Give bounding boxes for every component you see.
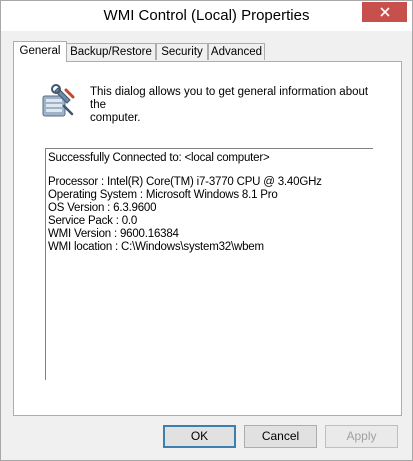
ok-button[interactable]: OK xyxy=(163,425,236,448)
intro-line: computer. xyxy=(90,112,141,124)
tab-security[interactable]: Security xyxy=(156,43,208,60)
title-bar[interactable]: WMI Control (Local) Properties xyxy=(1,1,412,31)
tab-advanced[interactable]: Advanced xyxy=(208,43,265,60)
tab-strip: General Backup/Restore Security Advanced xyxy=(13,41,402,62)
wmi-control-icon xyxy=(42,84,75,117)
os-info: Operating System : Microsoft Windows 8.1… xyxy=(48,189,278,201)
tab-label: Advanced xyxy=(210,46,263,58)
service-pack-info: Service Pack : 0.0 xyxy=(48,215,138,227)
intro-text: This dialog allows you to get general in… xyxy=(90,86,380,125)
wmi-version-info: WMI Version : 9600.16384 xyxy=(48,228,179,240)
general-info-box: Successfully Connected to: <local comput… xyxy=(45,148,373,380)
close-button[interactable] xyxy=(362,2,407,22)
processor-info: Processor : Intel(R) Core(TM) i7-3770 CP… xyxy=(48,176,322,188)
tab-label: General xyxy=(19,45,61,57)
intro-line: This dialog allows you to get general in… xyxy=(90,86,369,111)
window-title: WMI Control (Local) Properties xyxy=(103,7,310,24)
tab-label: Backup/Restore xyxy=(70,46,152,58)
wmi-location-info: WMI location : C:\Windows\system32\wbem xyxy=(48,241,264,253)
cancel-button[interactable]: Cancel xyxy=(244,425,317,448)
tab-backup-restore[interactable]: Backup/Restore xyxy=(66,43,156,60)
os-version-info: OS Version : 6.3.9600 xyxy=(48,202,157,214)
close-icon xyxy=(379,7,390,17)
tab-general[interactable]: General xyxy=(13,41,67,62)
general-tab-panel: This dialog allows you to get general in… xyxy=(13,61,402,416)
properties-dialog: WMI Control (Local) Properties General B… xyxy=(0,0,413,461)
apply-button[interactable]: Apply xyxy=(325,425,398,448)
tab-label: Security xyxy=(161,46,203,58)
connection-status: Successfully Connected to: <local comput… xyxy=(48,152,270,164)
